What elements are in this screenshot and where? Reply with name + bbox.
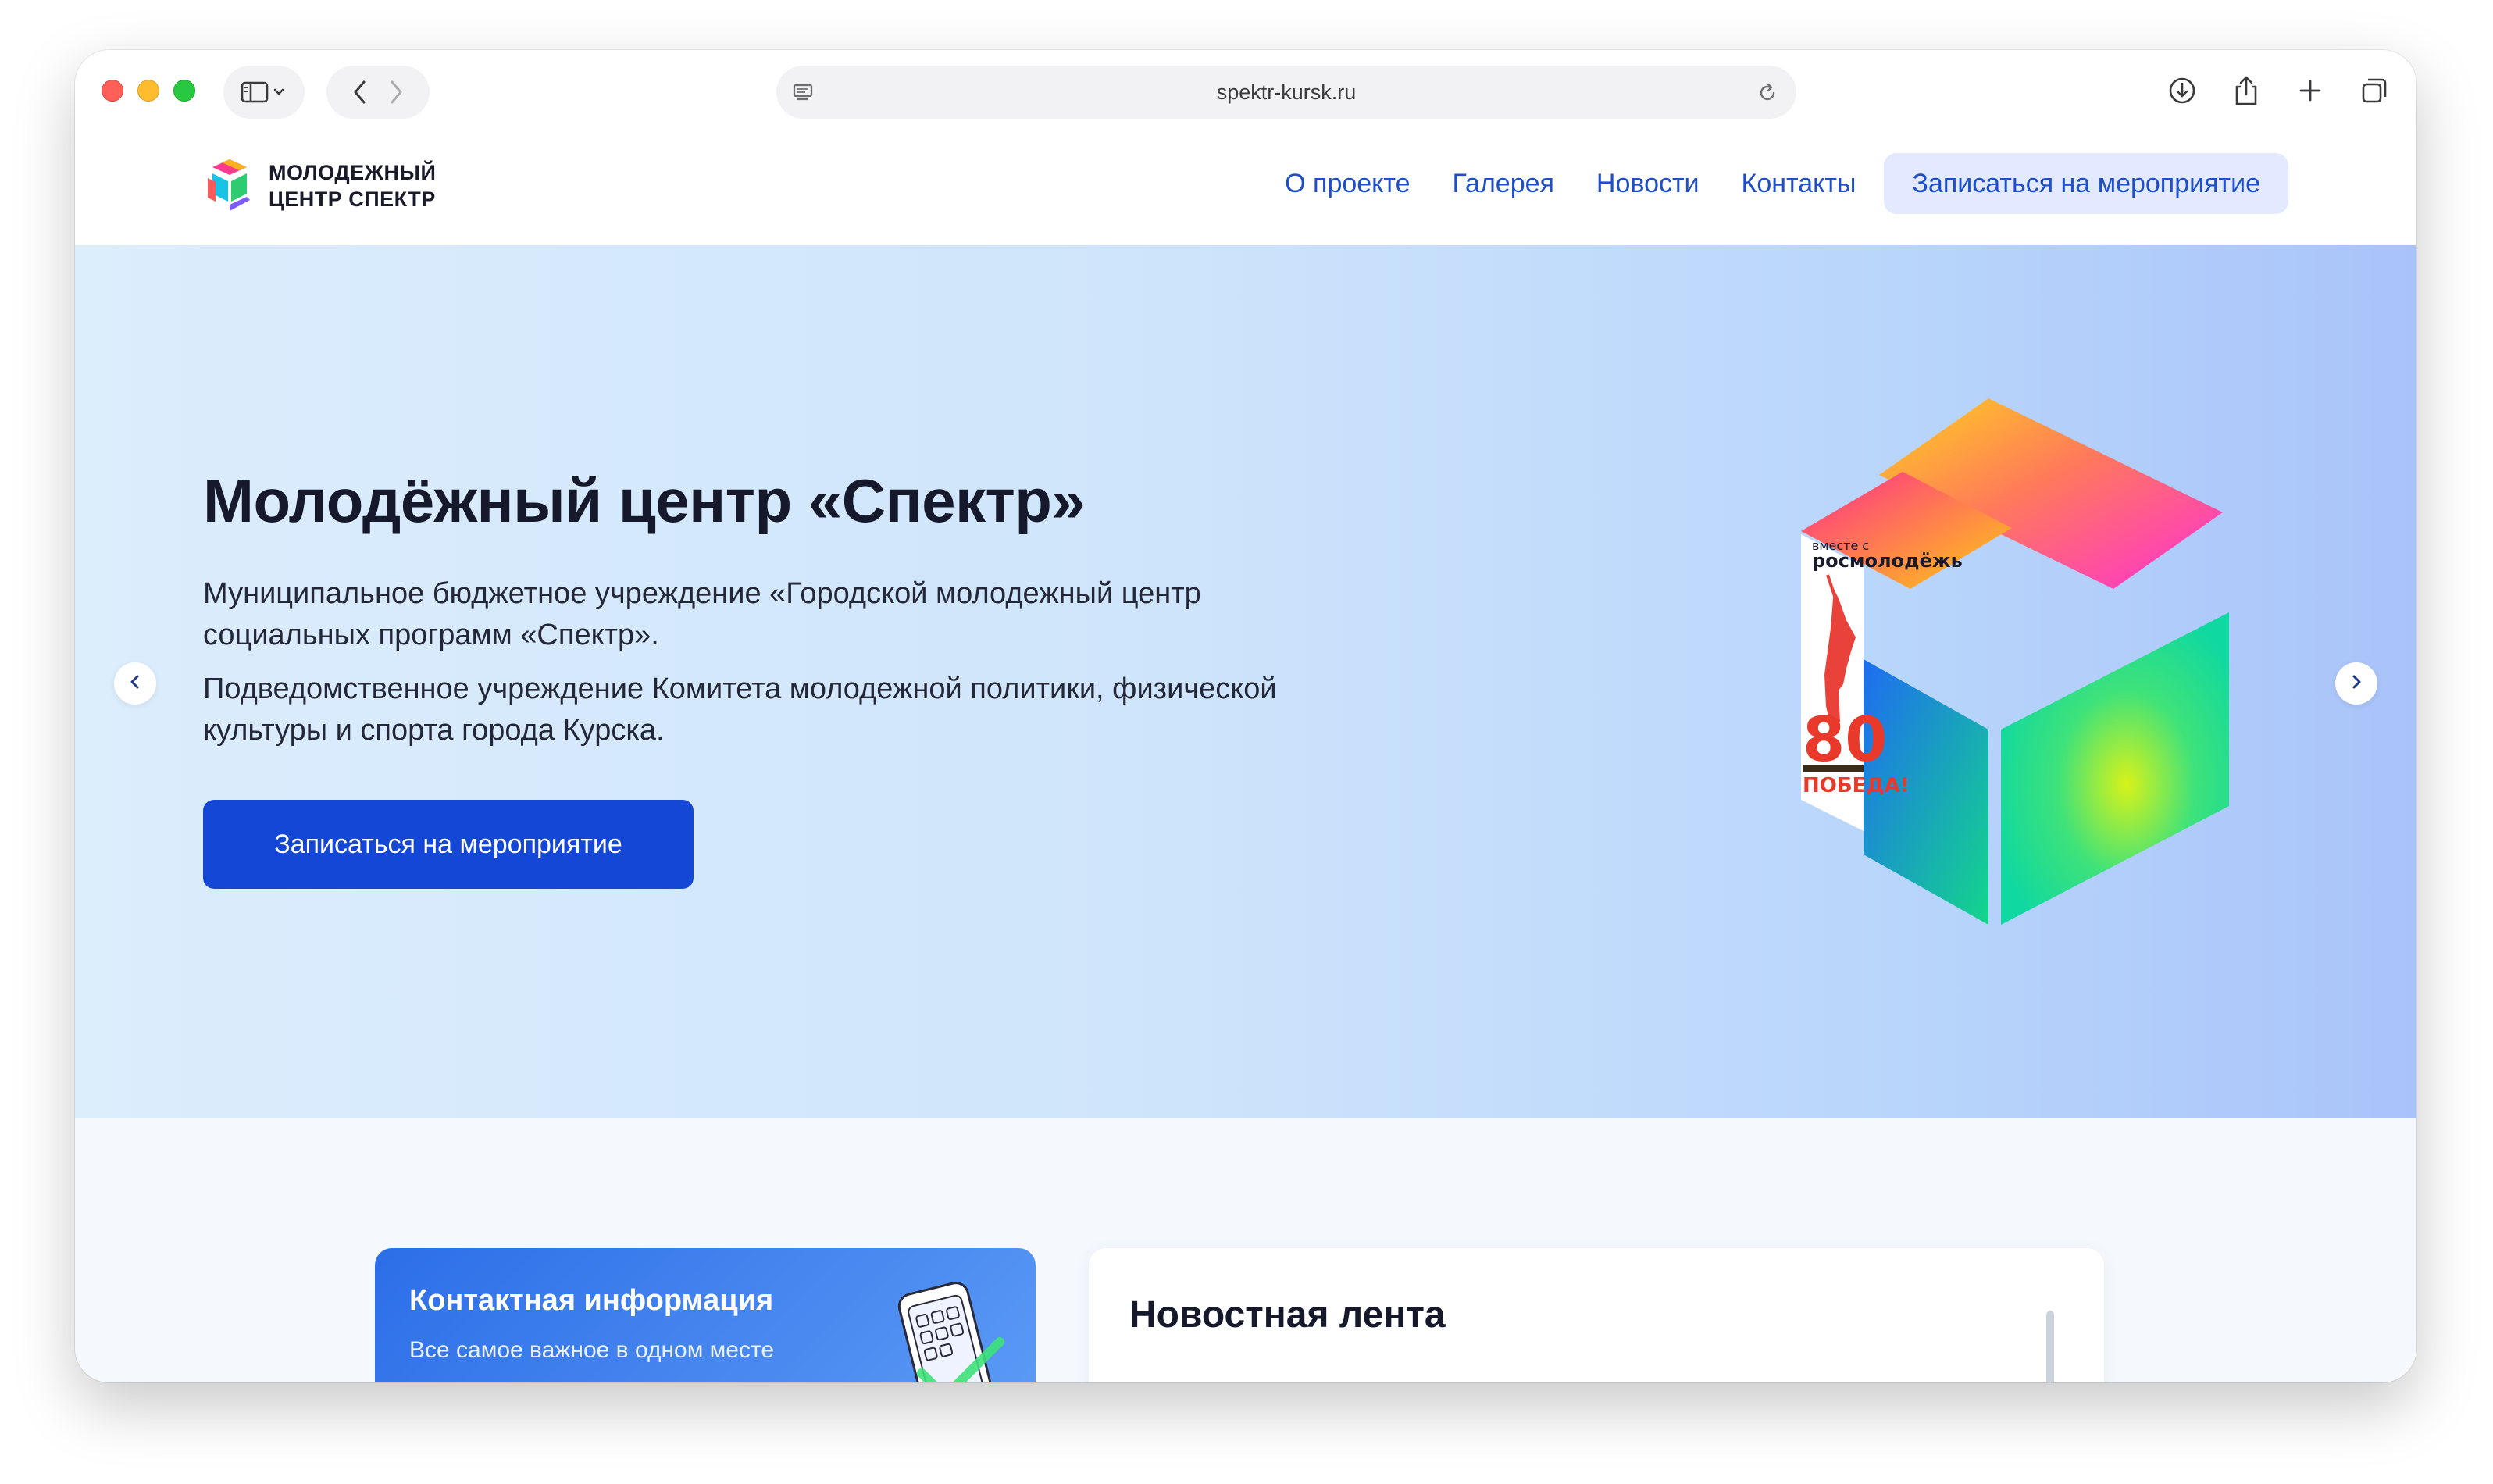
news-feed-card: Новостная лента <box>1089 1248 2104 1382</box>
hero-signup-button[interactable]: Записаться на мероприятие <box>203 800 694 889</box>
news-feed-title: Новостная лента <box>1129 1294 1446 1336</box>
art-number-80: 80 <box>1803 705 1888 776</box>
sidebar-toggle-button[interactable] <box>223 66 305 119</box>
contact-card-subtitle: Все самое важное в одном месте <box>409 1337 775 1363</box>
contact-info-card[interactable]: Контактная информация Все самое важное в… <box>375 1248 1036 1382</box>
address-bar[interactable]: spektr-kursk.ru <box>776 66 1796 119</box>
hero-spektr-illustration: вместе с росмолодёжь 80 ПОБЕДА! <box>1801 398 2229 925</box>
browser-window: spektr-kursk.ru МОЛОДЕЖНЫЙ ЦЕНТР СПЕКТР … <box>75 50 2416 1382</box>
plus-icon <box>2297 77 2324 108</box>
tab-overview-button[interactable] <box>2349 67 2399 117</box>
nav-gallery[interactable]: Галерея <box>1453 153 1554 214</box>
close-window-button[interactable] <box>102 80 123 102</box>
site-logo[interactable]: МОЛОДЕЖНЫЙ ЦЕНТР СПЕКТР <box>202 156 436 216</box>
logo-line-2: ЦЕНТР СПЕКТР <box>269 187 436 211</box>
content-section: Контактная информация Все самое важное в… <box>75 1118 2416 1382</box>
art-badge-line2: росмолодёжь <box>1812 550 1963 572</box>
minimize-window-button[interactable] <box>137 80 159 102</box>
slider-prev-button[interactable] <box>114 662 156 705</box>
news-feed-scrollbar[interactable] <box>2046 1311 2054 1382</box>
nav-news[interactable]: Новости <box>1596 153 1699 214</box>
art-victory-text: ПОБЕДА! <box>1803 774 1910 797</box>
header-signup-button[interactable]: Записаться на мероприятие <box>1884 153 2288 214</box>
hero-description-1: Муниципальное бюджетное учреждение «Горо… <box>203 577 1201 651</box>
nav-contacts[interactable]: Контакты <box>1742 153 1856 214</box>
hero-description-2: Подведомственное учреждение Комитета мол… <box>203 672 1277 747</box>
site-header: МОЛОДЕЖНЫЙ ЦЕНТР СПЕКТР О проекте Галере… <box>75 133 2416 245</box>
reload-icon[interactable] <box>1756 81 1779 109</box>
share-button[interactable] <box>2221 67 2271 117</box>
hero-slider: Молодёжный центр «Спектр» Муниципальное … <box>75 245 2416 1118</box>
chevron-right-icon <box>2349 673 2363 694</box>
hero-title: Молодёжный центр «Спектр» <box>203 466 1086 535</box>
download-icon <box>2167 75 2198 110</box>
toolbar-actions <box>2157 67 2399 117</box>
share-icon <box>2231 74 2262 111</box>
tabs-icon <box>2359 75 2390 110</box>
slider-next-button[interactable] <box>2335 662 2377 705</box>
phone-illustration-icon <box>897 1282 1004 1382</box>
contact-card-title: Контактная информация <box>409 1284 774 1317</box>
url-text: spektr-kursk.ru <box>1216 80 1357 104</box>
nav-about[interactable]: О проекте <box>1285 153 1410 214</box>
back-button[interactable] <box>352 79 368 105</box>
forward-button[interactable] <box>388 79 404 105</box>
spektr-logo-icon <box>208 159 250 211</box>
new-tab-button[interactable] <box>2285 67 2335 117</box>
sidebar-icon <box>241 80 287 104</box>
history-nav <box>326 66 430 119</box>
chevron-left-icon <box>128 673 142 694</box>
zoom-window-button[interactable] <box>173 80 195 102</box>
main-nav: О проекте Галерея Новости Контакты Запис… <box>1285 153 2288 214</box>
logo-line-1: МОЛОДЕЖНЫЙ <box>269 161 437 184</box>
browser-toolbar: spektr-kursk.ru <box>75 50 2416 133</box>
downloads-button[interactable] <box>2157 67 2207 117</box>
